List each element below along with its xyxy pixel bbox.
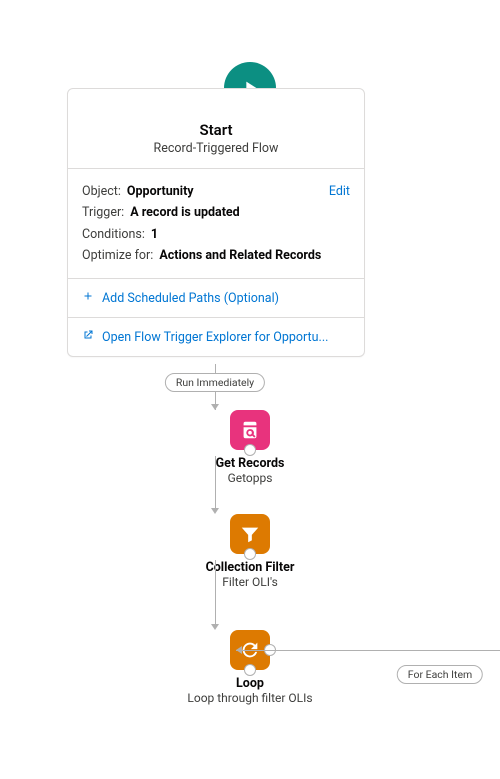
run-immediately-badge: Run Immediately (165, 373, 265, 392)
optimize-label: Optimize for: (82, 245, 153, 266)
open-flow-trigger-explorer-row[interactable]: Open Flow Trigger Explorer for Opportu..… (68, 317, 364, 356)
flow-canvas: Start Record-Triggered Flow Object: Oppo… (0, 0, 500, 779)
node-label: Getopps (170, 471, 330, 486)
object-label: Object: (82, 181, 121, 202)
optimize-value: Actions and Related Records (159, 245, 321, 266)
for-each-item-badge: For Each Item (397, 665, 483, 684)
connector-line (236, 650, 500, 651)
object-value: Opportunity (127, 181, 194, 202)
node-collection-filter[interactable]: Collection Filter Filter OLI's (170, 514, 330, 590)
get-records-icon (230, 410, 270, 450)
start-title: Start (80, 121, 352, 139)
plus-icon (82, 290, 94, 306)
arrow-left-icon (236, 646, 242, 654)
node-label: Filter OLI's (170, 575, 330, 590)
start-card-header: Start Record-Triggered Flow (68, 89, 364, 168)
conditions-label: Conditions: (82, 224, 145, 245)
edit-link[interactable]: Edit (329, 181, 350, 202)
start-card[interactable]: Start Record-Triggered Flow Object: Oppo… (67, 88, 365, 357)
connector-dot (244, 548, 256, 560)
start-card-body: Object: Opportunity Edit Trigger: A reco… (68, 168, 364, 278)
connector-line (215, 560, 216, 628)
node-loop[interactable]: Loop Loop through filter OLIs (170, 630, 330, 706)
trigger-value: A record is updated (130, 202, 240, 223)
open-flow-trigger-explorer-label: Open Flow Trigger Explorer for Opportu..… (102, 330, 328, 345)
open-external-icon (82, 329, 94, 345)
node-type-label: Collection Filter (170, 560, 330, 575)
node-get-records[interactable]: Get Records Getopps (170, 410, 330, 486)
add-scheduled-paths-label: Add Scheduled Paths (Optional) (102, 291, 279, 306)
start-subtitle: Record-Triggered Flow (80, 141, 352, 156)
node-type-label: Get Records (170, 456, 330, 471)
trigger-label: Trigger: (82, 202, 124, 223)
add-scheduled-paths-row[interactable]: Add Scheduled Paths (Optional) (68, 278, 364, 317)
connector-dot (244, 664, 256, 676)
node-label: Loop through filter OLIs (170, 691, 330, 706)
filter-icon (230, 514, 270, 554)
node-type-label: Loop (170, 676, 330, 691)
connector-line (215, 456, 216, 512)
connector-dot (244, 444, 256, 456)
conditions-value: 1 (151, 224, 158, 245)
